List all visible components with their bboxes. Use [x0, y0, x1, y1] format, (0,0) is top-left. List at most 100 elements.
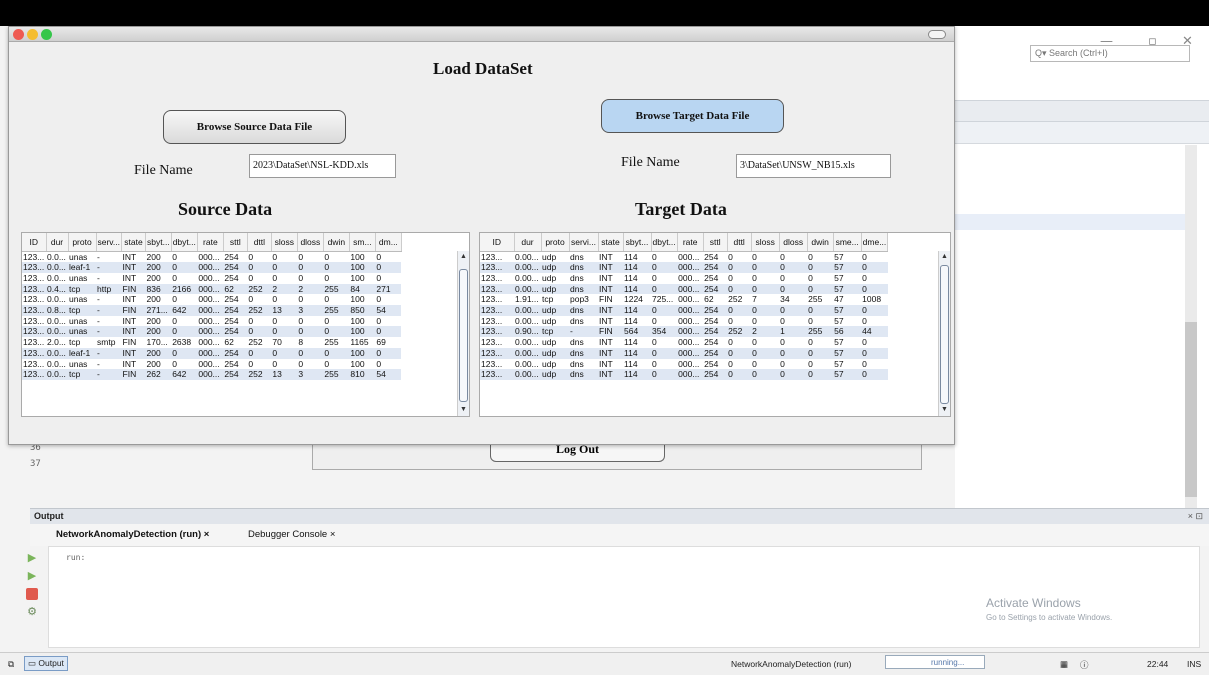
column-header[interactable]: dme...	[861, 233, 889, 252]
output-close-icon[interactable]: × ⊡	[1188, 511, 1203, 522]
column-header[interactable]: dbyt...	[171, 233, 198, 252]
column-header[interactable]: ID	[22, 233, 47, 252]
table-cell: 271	[375, 283, 402, 295]
column-header[interactable]: dwin	[807, 233, 834, 252]
column-header[interactable]: sttl	[223, 233, 248, 252]
column-header[interactable]: sloss	[751, 233, 780, 252]
target-file-field[interactable]: 3\DataSet\UNSW_NB15.xls	[736, 154, 891, 178]
column-header[interactable]: dur	[514, 233, 542, 252]
notification-icon[interactable]: ⓘ	[1080, 659, 1089, 671]
table-row[interactable]: 123... 0.00... udp dns INT 114 0 000... 254 0 0 0 0 5…	[480, 262, 888, 273]
toolbar-toggle-icon[interactable]	[928, 30, 946, 39]
source-file-field[interactable]: 2023\DataSet\NSL-KDD.xls	[249, 154, 396, 178]
table-row[interactable]: 123... 0.00... udp dns INT 114 0 000... 254 0 0 0 0 5…	[480, 347, 888, 359]
browse-source-button[interactable]: Browse Source Data File	[163, 110, 346, 144]
source-scroll-thumb[interactable]	[459, 269, 468, 402]
restore-window-icon[interactable]: ⧉	[8, 659, 14, 670]
table-row[interactable]: 123... 0.00... udp dns INT 114 0 000... 254 0 0 0 0 5…	[480, 316, 888, 327]
logout-button[interactable]: Log Out	[490, 444, 665, 462]
table-row[interactable]: 123... 0.0... unas - INT 200 0 000... 254 0 0 0 0 100…	[22, 294, 401, 305]
column-header[interactable]: sm...	[349, 233, 376, 252]
rerun-debug-icon[interactable]: ▶	[26, 570, 38, 582]
tab-debugger-console[interactable]: Debugger Console ×	[248, 529, 335, 540]
table-cell: 0	[752, 358, 757, 369]
column-header[interactable]: dttl	[727, 233, 752, 252]
table-cell: 123...	[22, 369, 46, 380]
table-cell: -	[96, 305, 122, 316]
table-cell: 0	[751, 262, 780, 273]
table-row[interactable]: 123... 1.91... tcp pop3 FIN 1224 725... 000... 6…	[480, 294, 888, 305]
table-cell: 62	[704, 294, 714, 305]
column-header[interactable]: rate	[677, 233, 704, 252]
tab-run[interactable]: NetworkAnomalyDetection (run) ×	[56, 529, 209, 540]
table-row[interactable]: 123... 0.90... tcp - FIN 564 354 000... 254 252 2 1…	[480, 326, 888, 338]
ide-editor-subheader	[955, 122, 1209, 144]
status-output-button[interactable]: ▭ Output	[24, 656, 68, 671]
table-row[interactable]: 123... 0.00... udp dns INT 114 0 000... 254 0 0 0 0 5…	[480, 337, 888, 348]
browse-target-button[interactable]: Browse Target Data File	[601, 99, 784, 133]
settings-icon[interactable]: ⚙	[26, 606, 38, 618]
table-row[interactable]: 123... 0.4... tcp http FIN 836 2166 000... 62 252…	[22, 283, 402, 295]
column-header[interactable]: dloss	[779, 233, 808, 252]
table-row[interactable]: 123... 2.0... tcp smtp FIN 170... 2638 000... 62…	[22, 337, 401, 348]
table-row[interactable]: 123... 0.0... leaf-1- INT 200 0 000... 254 0 0 0 0 1…	[22, 347, 402, 359]
column-header[interactable]: sme...	[833, 233, 862, 252]
ide-search-input[interactable]: Q▾ Search (Ctrl+I)	[1030, 45, 1190, 62]
table-row[interactable]: 123... 0.00... udp dns INT 114 0 000... 254 0 0 0 0 5…	[480, 305, 888, 316]
column-header[interactable]: proto	[541, 233, 570, 252]
table-row[interactable]: 123... 0.0... unas - INT 200 0 000... 254 0 0 0 0 100…	[22, 359, 401, 370]
table-row[interactable]: 123... 0.00... udp dns INT 114 0 000... 254 0 0 0 0 5…	[480, 251, 888, 262]
table-cell: 123...	[480, 262, 514, 273]
column-header[interactable]: proto	[68, 233, 97, 252]
target-table-scrollbar[interactable]: ▲ ▼	[938, 251, 950, 416]
zoom-button[interactable]	[41, 29, 52, 40]
table-row[interactable]: 123... 0.0... unas - INT 200 0 000... 254 0 0 0 0 100…	[22, 316, 401, 327]
rerun-icon[interactable]: ▶	[26, 552, 38, 564]
table-cell: 0	[779, 369, 808, 380]
table-row[interactable]: 123... 0.00... udp dns INT 114 0 000... 254 0 0 0 0 5…	[480, 359, 888, 370]
table-row[interactable]: 123... 0.0... unas - INT 200 0 000... 254 0 0 0 0 100…	[22, 273, 401, 284]
stop-icon[interactable]	[26, 588, 38, 600]
table-row[interactable]: 123... 0.00... udp dns INT 114 0 000... 254 0 0 0 0 5…	[480, 283, 888, 295]
table-row[interactable]: 123... 0.0... tcp - FIN 262 642 000... 254 252 13 3…	[22, 369, 402, 380]
column-header[interactable]: ID	[480, 233, 515, 252]
grid-icon[interactable]: ▦	[1060, 659, 1068, 670]
column-header[interactable]: dm...	[375, 233, 402, 252]
table-row[interactable]: 123... 0.0... unas - INT 200 0 000... 254 0 0 0 0 100…	[22, 251, 401, 262]
column-header[interactable]: dbyt...	[651, 233, 678, 252]
close-button[interactable]	[13, 29, 24, 40]
column-header[interactable]: dur	[46, 233, 69, 252]
tab-close-icon[interactable]: ×	[204, 529, 210, 540]
table-row[interactable]: 123... 0.0... unas - INT 200 0 000... 254 0 0 0 0 100…	[22, 326, 402, 338]
table-row[interactable]: 123... 0.8... tcp - FIN 271... 642 000... 254 252…	[22, 305, 402, 316]
table-row[interactable]: 123... 0.00... udp dns INT 114 0 000... 254 0 0 0 0 5…	[480, 369, 888, 380]
scroll-up-icon[interactable]: ▲	[458, 251, 469, 263]
source-table-scrollbar[interactable]: ▲ ▼	[457, 251, 469, 416]
minimize-button[interactable]	[27, 29, 38, 40]
scroll-down-icon[interactable]: ▼	[939, 404, 950, 416]
column-header[interactable]: dloss	[297, 233, 324, 252]
column-header[interactable]: state	[598, 233, 624, 252]
column-header[interactable]: sttl	[703, 233, 728, 252]
table-row[interactable]: 123... 0.0... leaf-1- INT 200 0 000... 254 0 0 0 0 1…	[22, 262, 402, 273]
target-scroll-thumb[interactable]	[940, 265, 949, 404]
scroll-down-icon[interactable]: ▼	[458, 404, 469, 416]
table-cell: 0	[272, 294, 278, 305]
column-header[interactable]: rate	[197, 233, 224, 252]
column-header[interactable]: dwin	[323, 233, 350, 252]
source-data-table[interactable]: ID dur proto serv... state sbyt... dbyt... rate…	[21, 232, 470, 417]
column-header[interactable]: state	[121, 233, 147, 252]
scroll-up-icon[interactable]: ▲	[939, 251, 950, 263]
editor-scroll-thumb[interactable]	[1185, 322, 1197, 497]
column-header[interactable]: dttl	[247, 233, 272, 252]
target-data-table[interactable]: ID dur proto servi... state sbyt... dbyt... rat…	[479, 232, 951, 417]
table-row[interactable]: 123... 0.00... udp dns INT 114 0 000... 254 0 0 0 0 5…	[480, 273, 888, 284]
column-header[interactable]: servi...	[569, 233, 599, 252]
column-header[interactable]: sbyt...	[623, 233, 652, 252]
table-cell: 0	[248, 315, 254, 326]
table-cell: 000...	[678, 337, 700, 348]
tab-close-icon[interactable]: ×	[330, 529, 336, 540]
column-header[interactable]: serv...	[96, 233, 123, 252]
column-header[interactable]: sbyt...	[145, 233, 172, 252]
column-header[interactable]: sloss	[271, 233, 298, 252]
